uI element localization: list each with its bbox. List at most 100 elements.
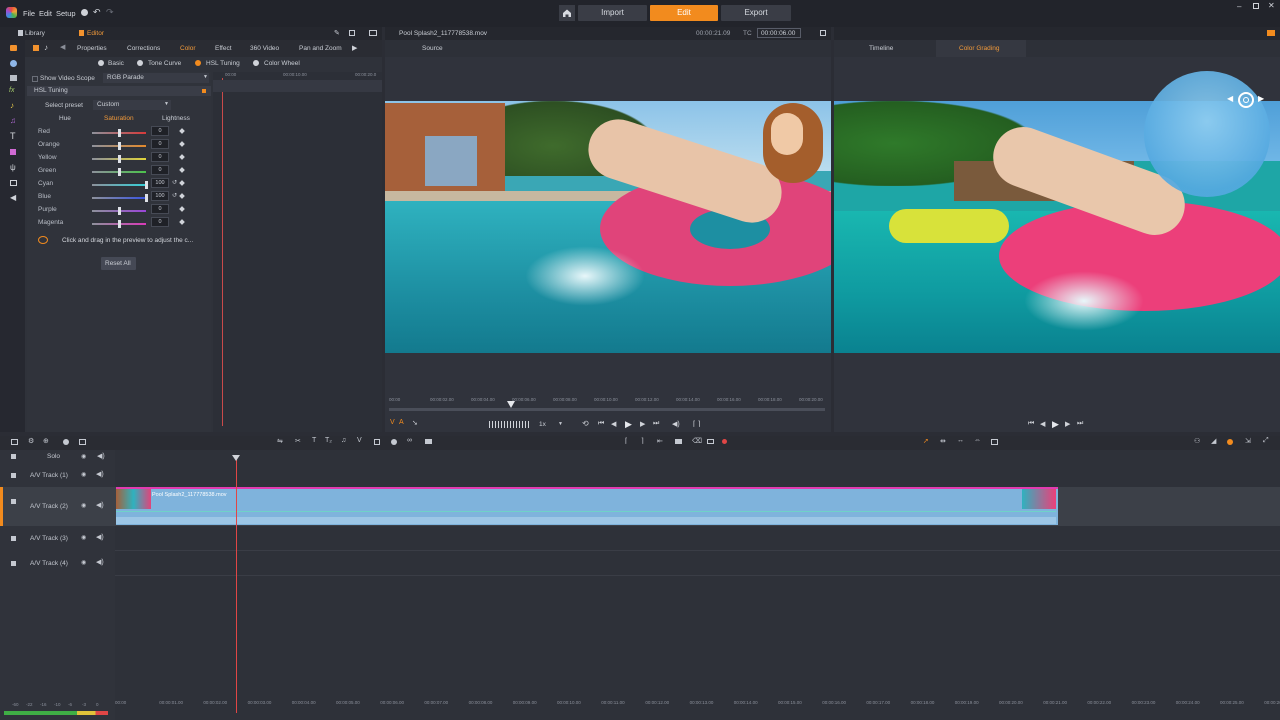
slider-value-input[interactable]: 0 <box>151 204 169 214</box>
help-icon[interactable] <box>81 9 88 16</box>
play-icon[interactable]: ▶ <box>1052 419 1059 430</box>
visibility-icon[interactable]: ◉ <box>81 534 86 541</box>
hsl-radio-icon[interactable] <box>195 60 201 66</box>
storyboard-icon[interactable] <box>79 439 86 445</box>
lock-all-icon[interactable] <box>11 454 16 459</box>
video-clip[interactable]: Pool Splash2_117778538.mov <box>116 487 1058 525</box>
tab-export[interactable]: Export <box>721 5 791 21</box>
jog-wheel[interactable] <box>489 421 530 428</box>
trim-tool-icon[interactable]: ⇹ <box>940 437 946 445</box>
eyedropper-target-icon[interactable] <box>38 236 48 244</box>
close-icon[interactable]: ✕ <box>1268 1 1275 10</box>
slider-row-green[interactable]: Green 0 <box>30 165 210 178</box>
expand-icon[interactable]: ⤢ <box>1263 437 1269 445</box>
hsl-tab-lightness[interactable]: Lightness <box>162 115 190 122</box>
play-icon[interactable]: ▶ <box>625 419 632 430</box>
reset-value-icon[interactable]: ↺ <box>172 192 177 199</box>
playback-speed[interactable]: 1x <box>539 421 546 428</box>
lock-icon[interactable] <box>11 536 16 541</box>
rail-filmstrip-icon[interactable] <box>10 180 17 186</box>
step-back-icon[interactable]: ◀ <box>611 420 616 428</box>
timeline-playhead[interactable] <box>236 458 237 713</box>
text-style-icon[interactable]: T₂ <box>325 437 332 444</box>
rail-title-icon[interactable]: T <box>10 131 16 141</box>
video-mode-icon[interactable] <box>33 45 39 51</box>
volume-icon[interactable]: ◀) <box>96 470 104 478</box>
step-forward-icon[interactable]: ▶ <box>640 420 645 428</box>
slider-row-cyan[interactable]: Cyan 100 ↺ <box>30 178 210 191</box>
subtab-color-wheel[interactable]: Color Wheel <box>264 60 300 67</box>
tab-editor[interactable]: Editor <box>87 30 104 37</box>
slider-row-yellow[interactable]: Yellow 0 <box>30 152 210 165</box>
slider-row-magenta[interactable]: Magenta 0 <box>30 217 210 230</box>
keyframe-diamond-icon[interactable] <box>179 141 185 147</box>
subtitle-icon[interactable] <box>425 439 432 444</box>
detach-icon[interactable] <box>349 30 355 36</box>
slider-value-input[interactable]: 0 <box>151 217 169 227</box>
tab-color-grading[interactable]: Color Grading <box>959 45 999 52</box>
slider-knob[interactable] <box>118 129 121 137</box>
color-picker-target-icon[interactable] <box>1238 92 1254 108</box>
rail-audio-icon[interactable]: ψ <box>10 163 16 172</box>
link-icon[interactable]: ∞ <box>407 437 412 444</box>
text-icon[interactable]: T <box>312 437 316 444</box>
tab-edit[interactable]: Edit <box>650 5 718 21</box>
tab-timeline[interactable]: Timeline <box>869 45 893 52</box>
rail-graphics-icon[interactable] <box>10 149 16 155</box>
tab-import[interactable]: Import <box>578 5 647 21</box>
mic-icon[interactable]: ♫ <box>341 437 346 444</box>
subtab-tone-curve[interactable]: Tone Curve <box>148 60 181 67</box>
menu-file[interactable]: File <box>23 9 35 18</box>
volume-icon[interactable]: ◀) <box>672 420 680 428</box>
hsl-tab-saturation[interactable]: Saturation <box>104 115 134 122</box>
home-button[interactable] <box>559 5 575 21</box>
tabs-left-arrow-icon[interactable]: ◀ <box>60 43 65 51</box>
slider-value-input[interactable]: 0 <box>151 165 169 175</box>
section-reset-icon[interactable] <box>202 89 206 93</box>
volume-icon[interactable]: ◀) <box>96 501 104 509</box>
tab-effect[interactable]: Effect <box>215 45 232 52</box>
tab-properties[interactable]: Properties <box>77 45 107 52</box>
pointer-tool-icon[interactable]: ➚ <box>923 437 929 445</box>
overwrite-icon[interactable] <box>675 439 682 444</box>
circle-icon[interactable] <box>391 439 397 445</box>
volume-icon[interactable]: ◀) <box>96 558 104 566</box>
razor-icon[interactable]: ✂ <box>295 437 301 445</box>
track-row-4[interactable]: A/V Track (4) ◉ ◀) <box>0 551 115 576</box>
undo-icon[interactable]: ↶ <box>93 7 101 18</box>
loop-icon[interactable]: ⟲ <box>582 419 589 428</box>
tab-corrections[interactable]: Corrections <box>127 45 160 52</box>
scope-select[interactable]: RGB Parade ▼ <box>103 73 209 83</box>
marker-icon[interactable]: ⊕ <box>43 437 49 445</box>
lock-icon[interactable] <box>11 499 16 504</box>
tabs-right-arrow-icon[interactable]: ▶ <box>352 44 357 52</box>
speed-chevron-icon[interactable]: ▼ <box>558 421 563 427</box>
reset-value-icon[interactable]: ↺ <box>172 179 177 186</box>
slider-row-red[interactable]: Red 0 <box>30 126 210 139</box>
tab-source[interactable]: Source <box>422 45 443 52</box>
insert-icon[interactable]: ⇤ <box>657 437 663 445</box>
slider-knob[interactable] <box>118 142 121 150</box>
color-marker-icon[interactable] <box>722 439 727 444</box>
mark-in-icon[interactable]: ⌈ <box>625 437 628 445</box>
slider-knob[interactable] <box>118 168 121 176</box>
source-video-frame[interactable] <box>385 101 831 353</box>
slider-knob[interactable] <box>145 181 148 189</box>
rail-library-icon[interactable] <box>10 75 17 81</box>
rail-speaker-icon[interactable]: ◀ <box>10 193 16 202</box>
player-scrub-bar[interactable] <box>389 408 825 411</box>
go-end-icon[interactable]: ⏭ <box>653 420 659 428</box>
audio-mode-icon[interactable]: ♪ <box>44 43 48 52</box>
preview-menu-icon[interactable] <box>1267 30 1275 36</box>
timeline-settings-icon[interactable] <box>11 439 18 445</box>
color-wheel-radio-icon[interactable] <box>253 60 259 66</box>
grid-icon[interactable] <box>374 439 380 445</box>
visibility-icon[interactable]: ◉ <box>81 502 86 509</box>
keyframe-diamond-icon[interactable] <box>179 154 185 160</box>
keyframe-diamond-icon[interactable] <box>179 180 185 186</box>
rail-music-icon[interactable]: ♪ <box>10 101 14 110</box>
keyframe-diamond-icon[interactable] <box>179 219 185 225</box>
hsl-section-header[interactable]: HSL Tuning <box>27 86 211 96</box>
tab-360-video[interactable]: 360 Video <box>250 45 279 52</box>
audio-duck-icon[interactable] <box>1227 439 1233 445</box>
